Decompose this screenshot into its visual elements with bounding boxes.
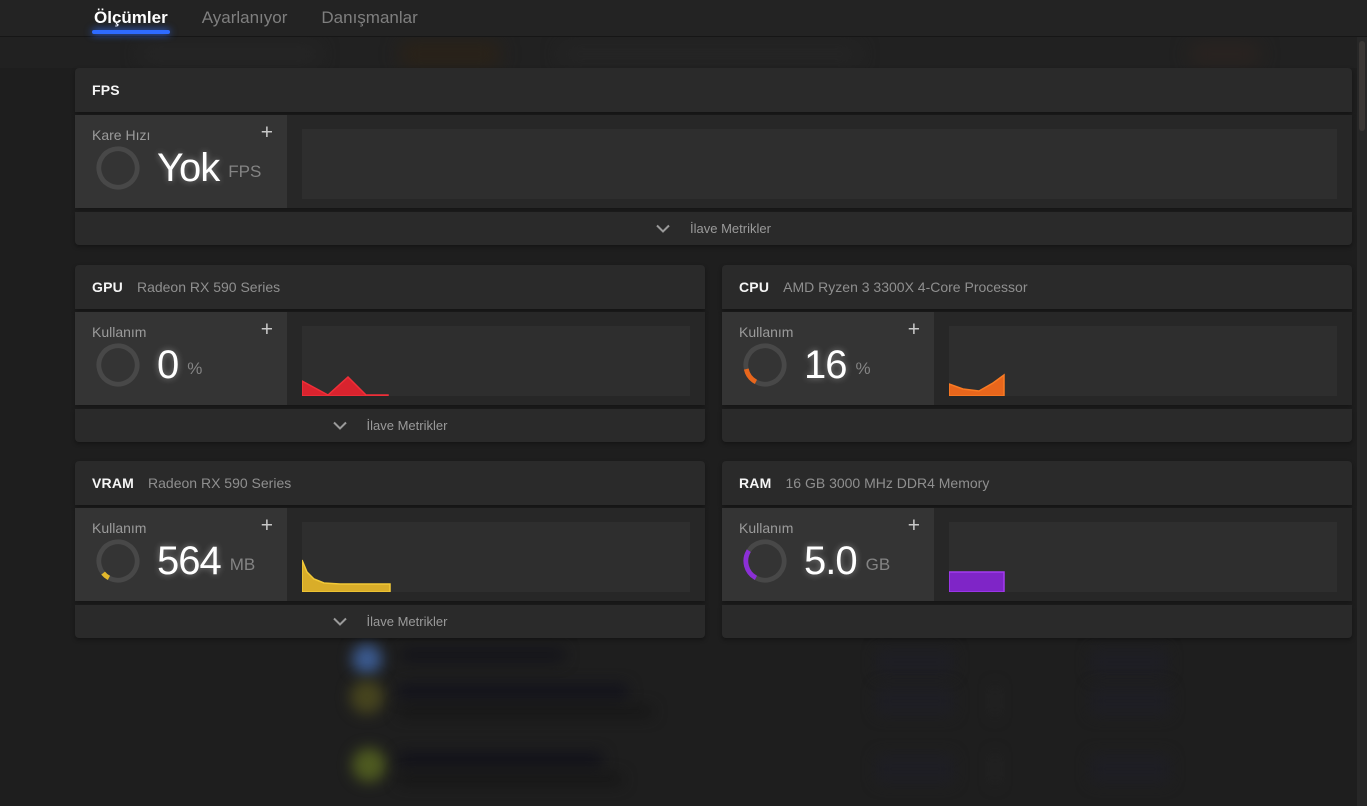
- additional-metrics-expander[interactable]: İlave Metrikler: [722, 605, 1352, 638]
- cpu-card: CPU AMD Ryzen 3 3300X 4-Core Processor K…: [722, 265, 1352, 442]
- add-metric-icon[interactable]: +: [906, 515, 922, 536]
- card-header: VRAM Radeon RX 590 Series: [75, 461, 705, 505]
- sparkline-plot: [949, 522, 1337, 592]
- chevron-down-icon: [656, 224, 670, 233]
- additional-metrics-label: İlave Metrikler: [366, 614, 448, 629]
- active-tab-underline: [92, 30, 170, 34]
- additional-metrics-label: İlave Metrikler: [366, 418, 448, 433]
- metric-value: 5.0: [804, 539, 858, 583]
- add-metric-icon[interactable]: +: [906, 319, 922, 340]
- card-body: Kullanım + 16 %: [722, 312, 1352, 405]
- tab-ayarlaniyor[interactable]: Ayarlanıyor: [200, 0, 290, 36]
- additional-metrics-expander[interactable]: İlave Metrikler: [722, 409, 1352, 442]
- card-header: GPU Radeon RX 590 Series: [75, 265, 705, 309]
- tab-danismanlar[interactable]: Danışmanlar: [319, 0, 419, 36]
- radeon-performance-screen: FPS Kare Hızı + Yok FPS İlave Metrikler …: [0, 0, 1367, 806]
- card-header: RAM 16 GB 3000 MHz DDR4 Memory: [722, 461, 1352, 505]
- card-body: Kullanım + 0 %: [75, 312, 705, 405]
- add-metric-icon[interactable]: +: [259, 122, 275, 143]
- card-title: VRAM: [92, 475, 135, 491]
- card-title: FPS: [92, 82, 120, 98]
- tab-label: Ayarlanıyor: [201, 8, 288, 27]
- tab-label: Danışmanlar: [321, 8, 418, 27]
- sparkline: [949, 571, 1005, 592]
- metric-label: Kare Hızı: [92, 127, 151, 143]
- additional-metrics-expander[interactable]: İlave Metrikler: [75, 409, 705, 442]
- additional-metrics-expander[interactable]: İlave Metrikler: [75, 605, 705, 638]
- chevron-down-icon: [332, 421, 347, 430]
- gauge-icon: [96, 146, 140, 190]
- sparkline-plot: [949, 326, 1337, 396]
- card-subtitle: Radeon RX 590 Series: [136, 279, 281, 295]
- card-subtitle: AMD Ryzen 3 3300X 4-Core Processor: [783, 279, 1028, 295]
- metric-tile: Kare Hızı + Yok FPS: [75, 115, 287, 208]
- gauge-icon: [96, 539, 140, 583]
- gauge-icon: [743, 343, 787, 387]
- metric-unit: %: [855, 359, 871, 378]
- card-body: Kare Hızı + Yok FPS: [75, 115, 1352, 208]
- metric-tile: Kullanım + 5.0 GB: [722, 508, 934, 601]
- card-subtitle: Radeon RX 590 Series: [148, 475, 292, 491]
- metric-label: Kullanım: [92, 520, 147, 536]
- gauge-icon: [743, 539, 787, 583]
- sparkline-plot: [302, 522, 690, 592]
- metric-value: Yok: [157, 146, 220, 190]
- metric-value: 564: [157, 539, 222, 583]
- fps-card: FPS Kare Hızı + Yok FPS İlave Metrikler: [75, 68, 1352, 245]
- sparkline: [949, 373, 1005, 396]
- additional-metrics-expander[interactable]: İlave Metrikler: [75, 212, 1352, 245]
- sparkline: [302, 559, 391, 592]
- metric-unit: MB: [229, 555, 256, 574]
- card-header: CPU AMD Ryzen 3 3300X 4-Core Processor: [722, 265, 1352, 309]
- tab-label: Ölçümler: [94, 8, 168, 27]
- blurred-scroll-content: [0, 37, 1367, 68]
- card-title: CPU: [739, 279, 770, 295]
- metric-unit: %: [187, 359, 203, 378]
- card-header: FPS: [75, 68, 1352, 112]
- card-body: Kullanım + 564 MB: [75, 508, 705, 601]
- metric-label: Kullanım: [92, 324, 147, 340]
- sparkline: [302, 375, 389, 396]
- card-subtitle: 16 GB 3000 MHz DDR4 Memory: [785, 475, 990, 491]
- metric-unit: FPS: [228, 162, 262, 181]
- vertical-scrollbar[interactable]: [1357, 37, 1367, 806]
- gauge-icon: [96, 343, 140, 387]
- metric-unit: GB: [865, 555, 891, 574]
- card-body: Kullanım + 5.0 GB: [722, 508, 1352, 601]
- vram-card: VRAM Radeon RX 590 Series Kullanım + 564: [75, 461, 705, 638]
- metric-value: 16: [804, 343, 847, 387]
- metric-value: 0: [157, 343, 179, 387]
- sparkline-plot: [302, 326, 690, 396]
- metric-label: Kullanım: [739, 520, 794, 536]
- metric-tile: Kullanım + 16 %: [722, 312, 934, 405]
- metric-label: Kullanım: [739, 324, 794, 340]
- card-title: GPU: [92, 279, 123, 295]
- card-title: RAM: [739, 475, 772, 491]
- tab-olcumler[interactable]: Ölçümler: [92, 0, 170, 36]
- chevron-down-icon: [332, 617, 347, 626]
- scrollbar-thumb[interactable]: [1359, 41, 1365, 131]
- ram-card: RAM 16 GB 3000 MHz DDR4 Memory Kullanım …: [722, 461, 1352, 638]
- metric-tile: Kullanım + 0 %: [75, 312, 287, 405]
- add-metric-icon[interactable]: +: [259, 319, 275, 340]
- top-navigation: Ölçümler Ayarlanıyor Danışmanlar: [0, 0, 1367, 37]
- metric-tile: Kullanım + 564 MB: [75, 508, 287, 601]
- additional-metrics-label: İlave Metrikler: [690, 221, 771, 236]
- add-metric-icon[interactable]: +: [259, 515, 275, 536]
- sparkline-plot: [302, 129, 1337, 199]
- gpu-card: GPU Radeon RX 590 Series Kullanım + 0 % …: [75, 265, 705, 442]
